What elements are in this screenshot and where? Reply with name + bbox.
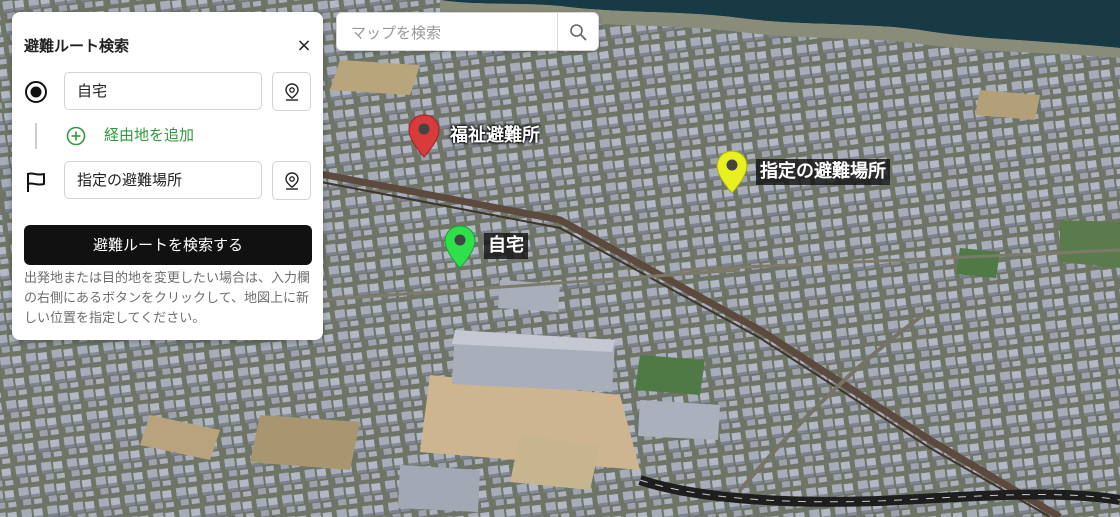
map-pin-icon (284, 171, 299, 190)
route-connector-line (35, 123, 37, 149)
route-search-panel: 避難ルート検索 × 自宅 経由地を追加 指定の避難場所 避難ルートを検索する 出… (12, 12, 323, 340)
marker-designated-shelter[interactable] (715, 150, 749, 194)
flag-icon (27, 172, 45, 192)
map-pin-icon (284, 82, 299, 101)
plus-circle-icon[interactable] (66, 126, 86, 146)
panel-title: 避難ルート検索 (24, 37, 130, 55)
close-button[interactable]: × (295, 36, 313, 56)
destination-field[interactable]: 指定の避難場所 (64, 161, 262, 199)
map-search-button[interactable] (557, 13, 598, 50)
marker-label-designated-shelter: 指定の避難場所 (756, 159, 890, 185)
map-pin-icon (408, 114, 440, 158)
search-route-button[interactable]: 避難ルートを検索する (24, 225, 312, 265)
map-search-box (336, 12, 599, 52)
radio-target-icon (25, 81, 47, 103)
marker-welfare-shelter[interactable] (407, 114, 441, 158)
pick-destination-button[interactable] (272, 161, 311, 200)
marker-label-home: 自宅 (484, 233, 528, 259)
map-pin-icon (444, 225, 476, 269)
map-search-input[interactable] (349, 13, 553, 52)
map-pin-icon (716, 150, 748, 194)
marker-label-welfare-shelter: 福祉避難所 (450, 125, 540, 146)
search-icon (570, 23, 587, 40)
marker-home[interactable] (443, 225, 477, 269)
pick-origin-button[interactable] (272, 72, 311, 111)
origin-field[interactable]: 自宅 (64, 72, 262, 110)
help-text: 出発地または目的地を変更したい場合は、入力欄の右側にあるボタンをクリックして、地… (24, 271, 311, 326)
add-waypoint-link[interactable]: 経由地を追加 (104, 125, 194, 145)
